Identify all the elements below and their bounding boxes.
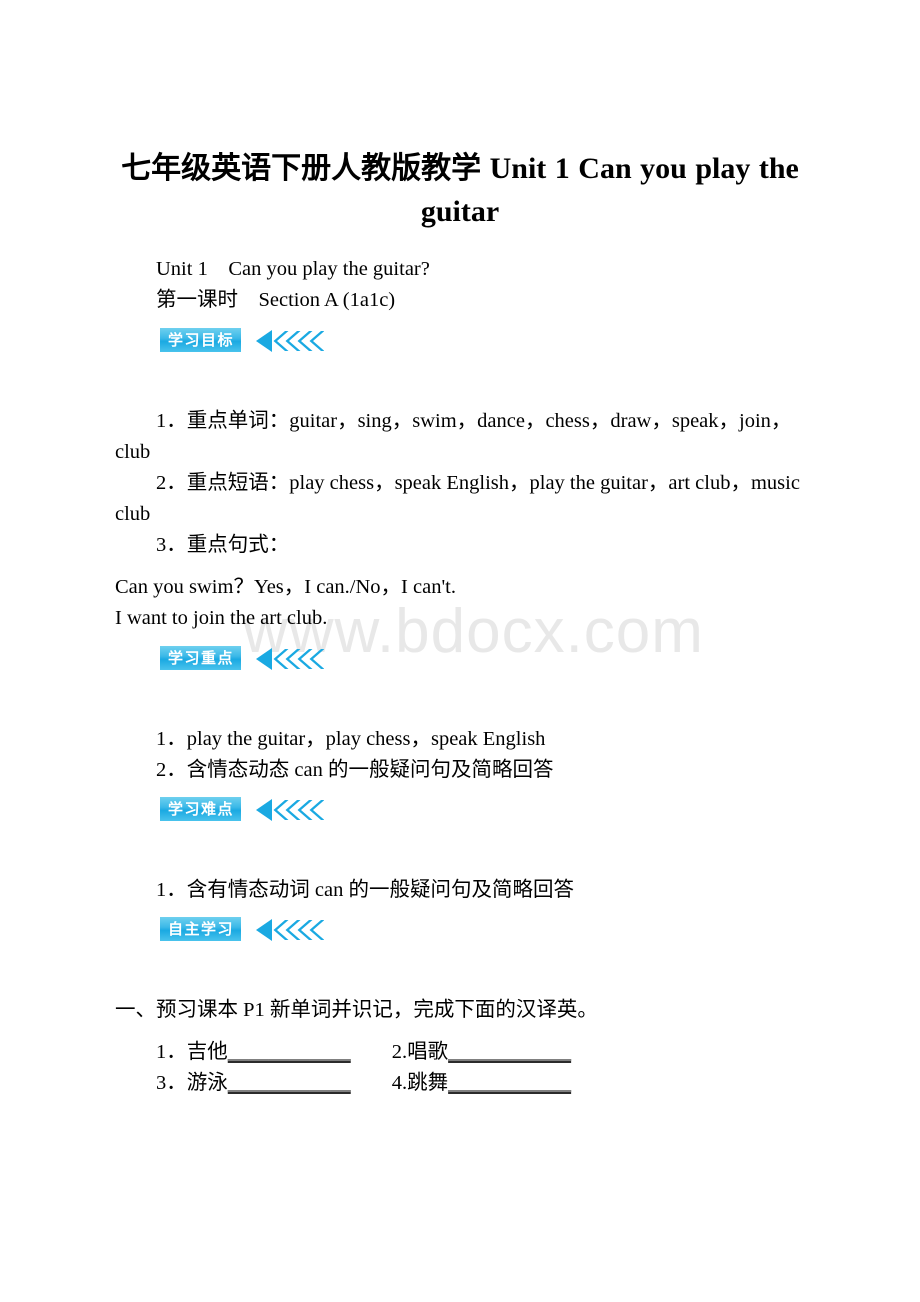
self-study-instruction: 一、预习课本 P1 新单词并识记，完成下面的汉译英。: [115, 999, 598, 1022]
period-line: 第一课时 Section A (1a1c): [156, 289, 396, 312]
document-content: 七年级英语下册人教版教学 Unit 1 Can you play the gui…: [115, 0, 805, 1100]
badge-label: 学习难点: [168, 799, 235, 818]
page-title: 七年级英语下册人教版教学 Unit 1 Can you play the gui…: [115, 0, 805, 233]
exercise-spacer: [351, 1041, 392, 1063]
badge-chip: 学习重点: [157, 645, 242, 670]
exercise-blank[interactable]: ____________: [448, 1041, 571, 1063]
objective-example-1: Can you swim？Yes，I can./No，I can't.: [115, 576, 456, 599]
exercise-blank[interactable]: ____________: [228, 1072, 351, 1094]
unit-line: Unit 1 Can you play the guitar?: [156, 258, 430, 281]
chevron-left-icon: [252, 329, 325, 353]
objective-item-1: 1．重点单词：guitar，sing，swim，dance，chess，draw…: [115, 409, 792, 463]
key-point-item-1: 1．play the guitar，play chess，speak Engli…: [156, 727, 546, 750]
badge-chip: 学习难点: [157, 796, 242, 821]
exercise-number: 2.: [391, 1041, 408, 1064]
document-page: www.bdocx.com 七年级英语下册人教版教学 Unit 1 Can yo…: [0, 0, 920, 1302]
exercise-spacer: [351, 1072, 392, 1094]
objective-item-2: 2．重点短语：play chess，speak English，play the…: [115, 471, 800, 525]
key-point-item-2: 2．含情态动态 can 的一般疑问句及简略回答: [156, 758, 554, 781]
exercise-number: 3．: [156, 1072, 187, 1095]
objective-example-2: I want to join the art club.: [115, 607, 328, 630]
badge-label: 学习目标: [168, 330, 235, 349]
chevron-left-icon: [252, 647, 325, 671]
objective-item-3: 3．重点句式：: [156, 534, 290, 557]
section-badge-key-points: 学习重点: [157, 645, 805, 672]
badge-label: 学习重点: [168, 648, 235, 667]
exercise-number: 1．: [156, 1041, 187, 1064]
page-title-line-1: 七年级英语下册人教版教学 Unit 1 Can you: [121, 152, 687, 185]
badge-chip: 自主学习: [157, 917, 242, 942]
exercise-number: 4.: [391, 1072, 408, 1095]
exercise-word: 跳舞: [407, 1072, 449, 1095]
exercise-word: 唱歌: [407, 1041, 449, 1064]
exercise-row: 1．吉他____________ 2.唱歌____________: [115, 1037, 805, 1068]
chevron-left-icon: [252, 918, 325, 942]
section-badge-learning-objectives: 学习目标: [157, 327, 805, 354]
section-badge-difficult-points: 学习难点: [157, 796, 805, 823]
badge-chip: 学习目标: [157, 327, 242, 352]
badge-label: 自主学习: [168, 920, 235, 939]
exercise-word: 游泳: [186, 1072, 228, 1095]
difficult-point-item-1: 1．含有情态动词 can 的一般疑问句及简略回答: [156, 878, 574, 901]
exercise-blank[interactable]: ____________: [228, 1041, 351, 1063]
exercise-row: 3．游泳____________ 4.跳舞____________: [115, 1068, 805, 1099]
exercise-word: 吉他: [186, 1041, 228, 1064]
chevron-left-icon: [252, 798, 325, 822]
section-badge-self-study: 自主学习: [157, 917, 805, 943]
exercise-blank[interactable]: ____________: [448, 1072, 571, 1094]
